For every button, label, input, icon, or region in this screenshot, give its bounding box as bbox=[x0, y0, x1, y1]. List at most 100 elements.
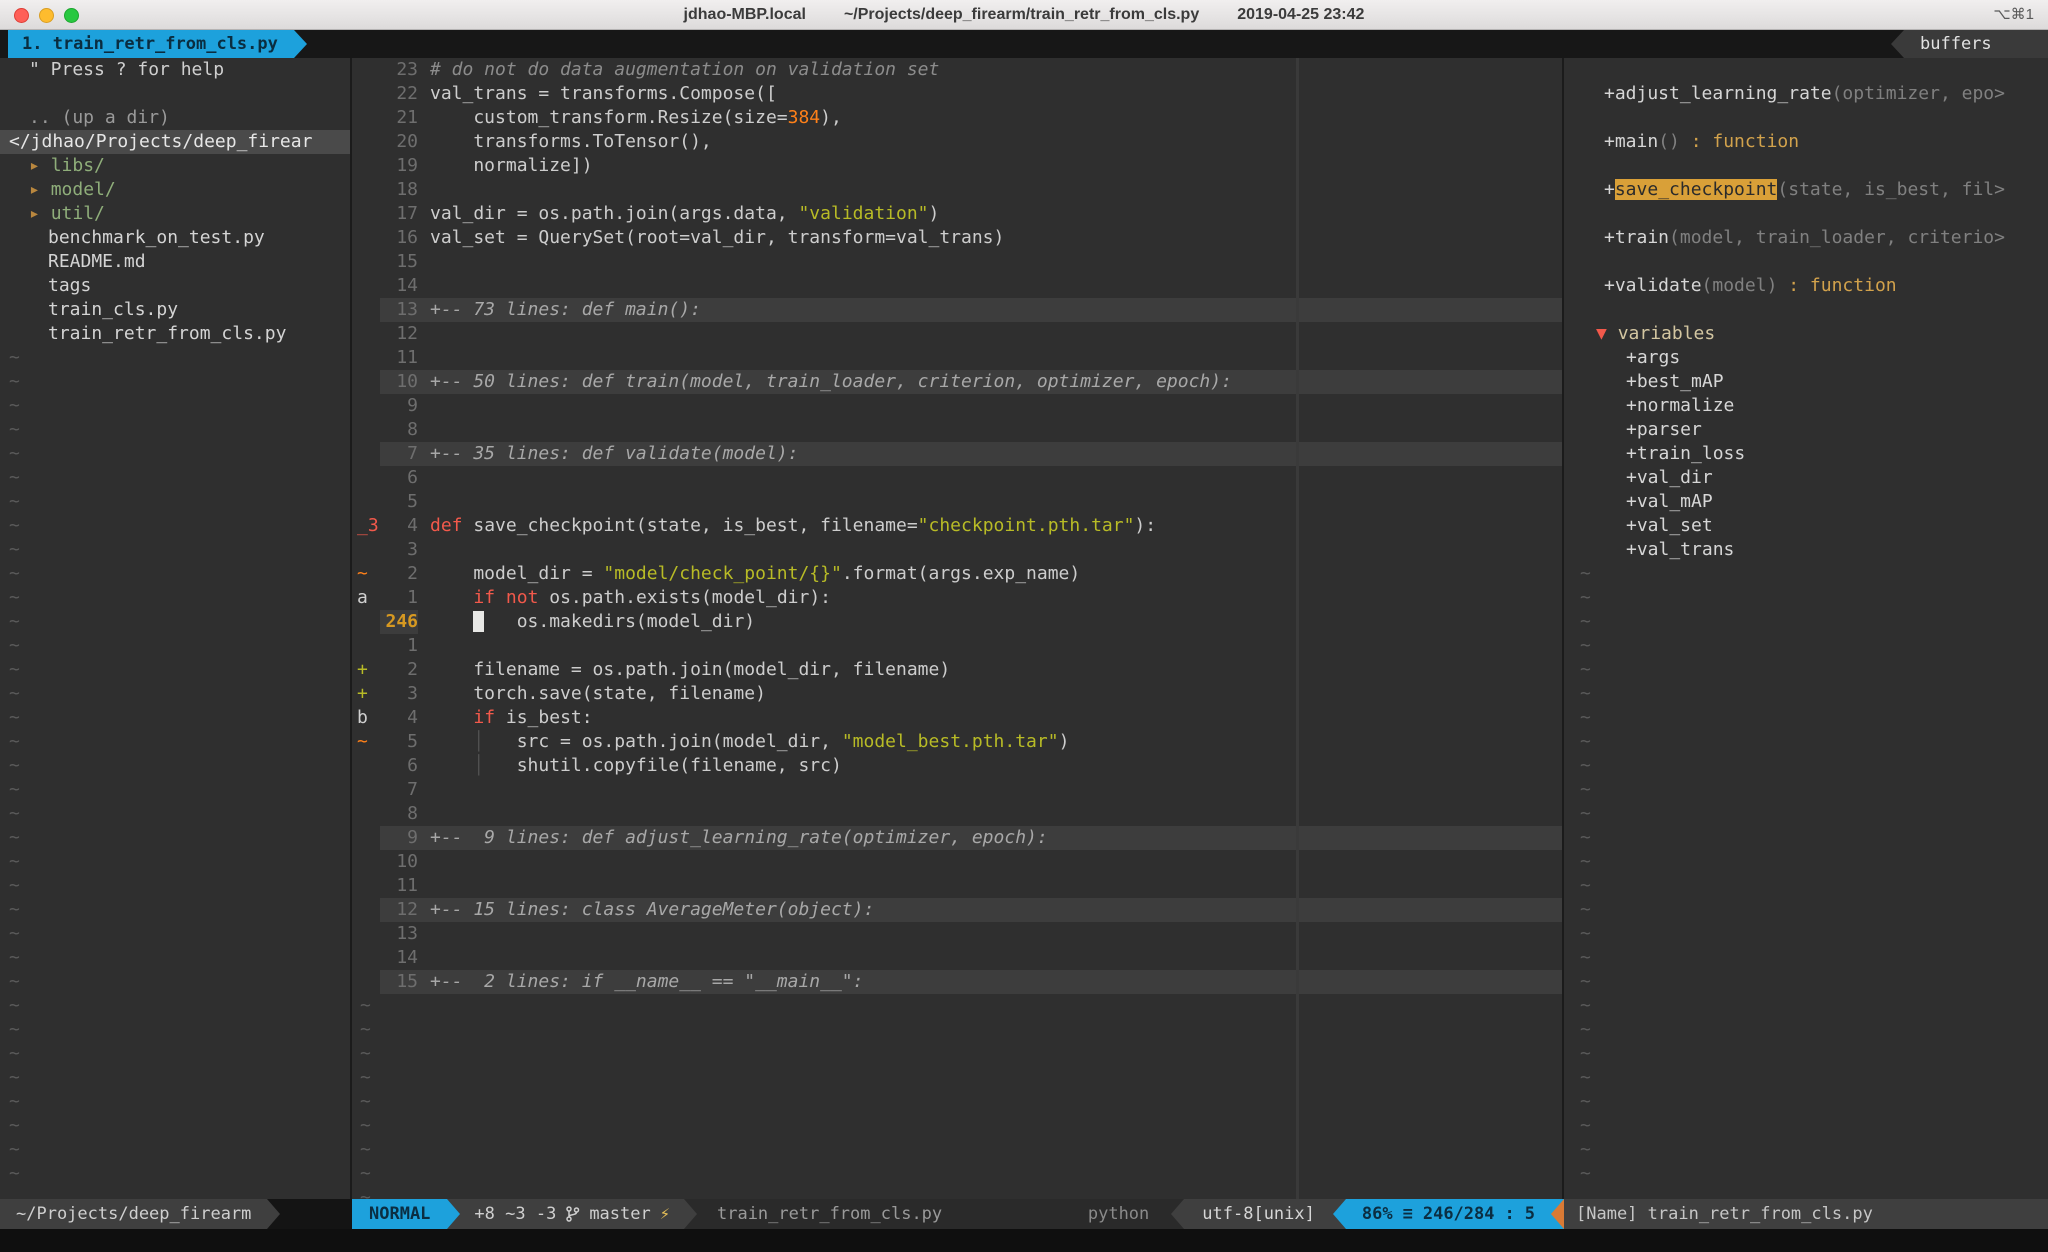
code-line[interactable]: _3 4def save_checkpoint(state, is_best, … bbox=[352, 514, 1562, 538]
line-number: 13 bbox=[380, 298, 418, 322]
tab-train-retr-from-cls[interactable]: 1. train_retr_from_cls.py bbox=[8, 30, 294, 58]
tree-up-dir[interactable]: .. (up a dir) bbox=[0, 106, 350, 130]
code-line[interactable]: 6 bbox=[352, 466, 1562, 490]
code-line[interactable]: 5 bbox=[352, 490, 1562, 514]
tag-val_dir[interactable]: +val_dir bbox=[1564, 466, 2048, 490]
tag-val_set[interactable]: +val_set bbox=[1564, 514, 2048, 538]
tree-file-tags[interactable]: tags bbox=[0, 274, 350, 298]
code-line[interactable]: + 2 filename = os.path.join(model_dir, f… bbox=[352, 658, 1562, 682]
code-line[interactable]: ~ 5 │ src = os.path.join(model_dir, "mod… bbox=[352, 730, 1562, 754]
empty-line-tilde: ~ bbox=[352, 1018, 1562, 1042]
close-button[interactable] bbox=[14, 8, 29, 23]
code-token: custom_transform.Resize(size= bbox=[430, 107, 788, 128]
code-token: "validation" bbox=[798, 203, 928, 224]
line-text: if not os.path.exists(model_dir): bbox=[430, 586, 1562, 610]
tag-adjust_learning_rate[interactable]: +adjust_learning_rate(optimizer, epo> bbox=[1564, 82, 2048, 106]
code-line[interactable]: 11 bbox=[352, 874, 1562, 898]
code-line[interactable]: 8 bbox=[352, 802, 1562, 826]
fold-line[interactable]: 15+-- 2 lines: if __name__ == "__main__"… bbox=[352, 970, 1562, 994]
code-line[interactable]: 8 bbox=[352, 418, 1562, 442]
code-line[interactable]: a 1 if not os.path.exists(model_dir): bbox=[352, 586, 1562, 610]
tag-validate[interactable]: +validate(model) : function bbox=[1564, 274, 2048, 298]
line-content: 12+-- 15 lines: class AverageMeter(objec… bbox=[380, 898, 1562, 922]
tag-train[interactable]: +train(model, train_loader, criterio> bbox=[1564, 226, 2048, 250]
tree-file-benchmark_on_test[interactable]: benchmark_on_test.py bbox=[0, 226, 350, 250]
tag-args[interactable]: +args bbox=[1564, 346, 2048, 370]
empty-line-tilde: ~ bbox=[352, 1162, 1562, 1186]
code-line[interactable]: 12 bbox=[352, 322, 1562, 346]
tag-val_trans[interactable]: +val_trans bbox=[1564, 538, 2048, 562]
line-content: 8 bbox=[380, 802, 1562, 826]
empty-line-tilde: ~ bbox=[0, 1018, 350, 1042]
line-text: custom_transform.Resize(size=384), bbox=[430, 106, 1562, 130]
code-line[interactable]: 7 bbox=[352, 778, 1562, 802]
code-line[interactable]: 16val_set = QuerySet(root=val_dir, trans… bbox=[352, 226, 1562, 250]
code-line[interactable]: 9 bbox=[352, 394, 1562, 418]
code-line[interactable]: 17val_dir = os.path.join(args.data, "val… bbox=[352, 202, 1562, 226]
code-line[interactable]: 3 bbox=[352, 538, 1562, 562]
code-line[interactable]: 22val_trans = transforms.Compose([ bbox=[352, 82, 1562, 106]
line-number: 16 bbox=[380, 226, 418, 250]
code-line[interactable]: 14 bbox=[352, 946, 1562, 970]
scroll-percent: 86% bbox=[1362, 1199, 1393, 1229]
tagbar-kind-variables[interactable]: ▼ variables bbox=[1564, 322, 2048, 346]
fold-line[interactable]: 12+-- 15 lines: class AverageMeter(objec… bbox=[352, 898, 1562, 922]
minimize-button[interactable] bbox=[39, 8, 54, 23]
code-line[interactable]: 20 transforms.ToTensor(), bbox=[352, 130, 1562, 154]
buffers-label[interactable]: buffers bbox=[1904, 30, 2048, 58]
command-line[interactable] bbox=[0, 1229, 2048, 1252]
code-line[interactable]: ~ 2 model_dir = "model/check_point/{}".f… bbox=[352, 562, 1562, 586]
tree-dir-libs[interactable]: ▸ libs/ bbox=[0, 154, 350, 178]
zoom-button[interactable] bbox=[64, 8, 79, 23]
fold-line[interactable]: 9+-- 9 lines: def adjust_learning_rate(o… bbox=[352, 826, 1562, 850]
tag-val_mAP[interactable]: +val_mAP bbox=[1564, 490, 2048, 514]
code-line[interactable]: 19 normalize]) bbox=[352, 154, 1562, 178]
code-line[interactable]: 6 │ shutil.copyfile(filename, src) bbox=[352, 754, 1562, 778]
code-line[interactable]: 15 bbox=[352, 250, 1562, 274]
code-line[interactable]: + 3 torch.save(state, filename) bbox=[352, 682, 1562, 706]
line-text: os.makedirs(model_dir) bbox=[430, 610, 1562, 634]
line-number: 9 bbox=[380, 826, 418, 850]
line-content: 4 if is_best: bbox=[380, 706, 1562, 730]
tree-root[interactable]: </jdhao/Projects/deep_firear bbox=[0, 130, 350, 154]
gutter-sign bbox=[352, 106, 380, 130]
tag-train_loss[interactable]: +train_loss bbox=[1564, 442, 2048, 466]
cursor-line[interactable]: 246 os.makedirs(model_dir) bbox=[352, 610, 1562, 634]
empty-line-tilde: ~ bbox=[0, 442, 350, 466]
tag-best_mAP[interactable]: +best_mAP bbox=[1564, 370, 2048, 394]
line-text: val_dir = os.path.join(args.data, "valid… bbox=[430, 202, 1562, 226]
code-line[interactable]: 1 bbox=[352, 634, 1562, 658]
tree-file-readme[interactable]: README.md bbox=[0, 250, 350, 274]
code-line[interactable]: 21 custom_transform.Resize(size=384), bbox=[352, 106, 1562, 130]
tag-normalize[interactable]: +normalize bbox=[1564, 394, 2048, 418]
fold-line[interactable]: 7+-- 35 lines: def validate(model): bbox=[352, 442, 1562, 466]
hostname: jdhao-MBP.local bbox=[684, 6, 806, 24]
empty-line-tilde: ~ bbox=[1564, 658, 2048, 682]
line-number: 19 bbox=[380, 154, 418, 178]
code-line[interactable]: 11 bbox=[352, 346, 1562, 370]
code-line[interactable]: 10 bbox=[352, 850, 1562, 874]
tree-file-train_retr_from_cls[interactable]: train_retr_from_cls.py bbox=[0, 322, 350, 346]
empty-line-tilde: ~ bbox=[1564, 874, 2048, 898]
code-line[interactable]: 18 bbox=[352, 178, 1562, 202]
traffic-lights bbox=[14, 8, 79, 23]
tree-dir-model[interactable]: ▸ model/ bbox=[0, 178, 350, 202]
fold-text: +-- 15 lines: class AverageMeter(object)… bbox=[430, 898, 1562, 922]
tag-main[interactable]: +main() : function bbox=[1564, 130, 2048, 154]
gutter-sign bbox=[352, 250, 380, 274]
code-token: transforms.ToTensor(), bbox=[430, 131, 712, 152]
tag-parser[interactable]: +parser bbox=[1564, 418, 2048, 442]
code-line[interactable]: b 4 if is_best: bbox=[352, 706, 1562, 730]
editor-pane[interactable]: 23# do not do data augmentation on valid… bbox=[352, 58, 1562, 1199]
tree-file-train_cls[interactable]: train_cls.py bbox=[0, 298, 350, 322]
fold-line[interactable]: 13+-- 73 lines: def main(): bbox=[352, 298, 1562, 322]
code-token: if bbox=[473, 587, 495, 608]
tag-text: (state, is_best, fil bbox=[1777, 179, 1994, 200]
tag-save_checkpoint[interactable]: +save_checkpoint(state, is_best, fil> bbox=[1564, 178, 2048, 202]
fold-line[interactable]: 10+-- 50 lines: def train(model, train_l… bbox=[352, 370, 1562, 394]
tree-dir-util[interactable]: ▸ util/ bbox=[0, 202, 350, 226]
code-line[interactable]: 13 bbox=[352, 922, 1562, 946]
gutter-sign bbox=[352, 826, 380, 850]
code-line[interactable]: 23# do not do data augmentation on valid… bbox=[352, 58, 1562, 82]
code-line[interactable]: 14 bbox=[352, 274, 1562, 298]
